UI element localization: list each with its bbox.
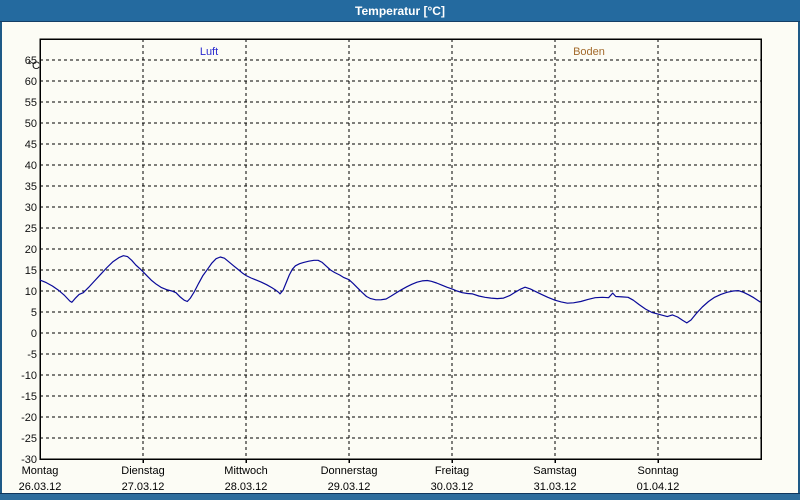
title-bar[interactable]: Temperatur [°C] [0,0,800,22]
window-title: Temperatur [°C] [355,3,445,18]
window-bottom-border [0,493,800,500]
legend-item-luft: Luft [199,46,219,58]
app-window: Temperatur [°C] Luft Boden °C 65 60 55 50 45… [0,0,800,500]
chart-panel: Luft Boden °C [0,22,800,493]
legend-item-boden: Boden [573,46,605,58]
y-axis-unit-label: °C [27,60,40,72]
